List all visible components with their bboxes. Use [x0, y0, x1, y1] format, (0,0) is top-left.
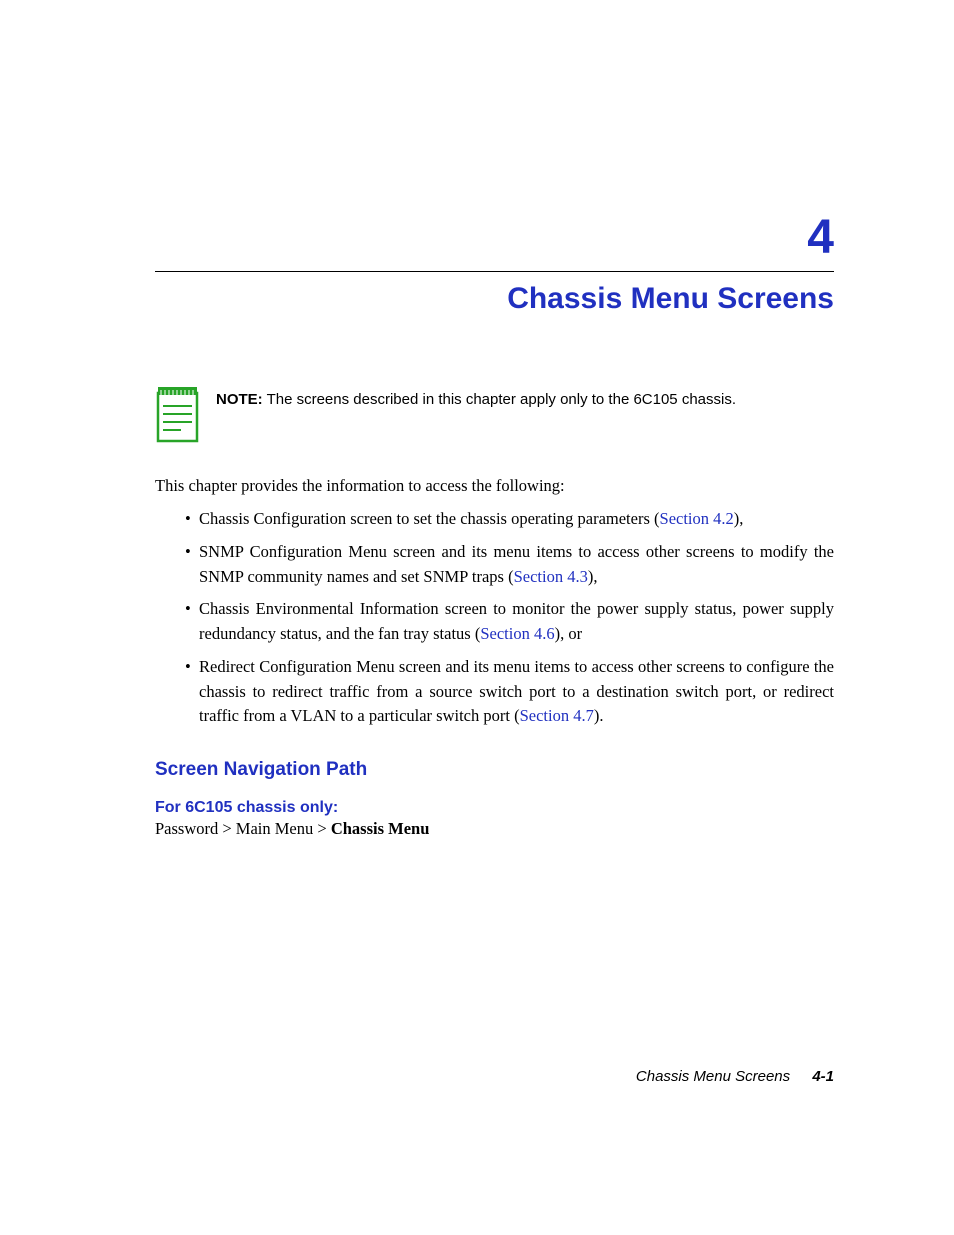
bullet-list: Chassis Configuration screen to set the …	[155, 507, 834, 729]
section-link[interactable]: Section 4.3	[514, 567, 588, 586]
list-item: SNMP Configuration Menu screen and its m…	[169, 540, 834, 590]
bullet-text: ),	[588, 567, 598, 586]
note-text: NOTE: The screens described in this chap…	[216, 386, 736, 410]
page-footer: Chassis Menu Screens 4-1	[636, 1068, 834, 1085]
note-label: NOTE:	[216, 391, 263, 408]
list-item: Chassis Configuration screen to set the …	[169, 507, 834, 532]
footer-title: Chassis Menu Screens	[636, 1068, 790, 1085]
section-subheading: For 6C105 chassis only:	[155, 799, 834, 817]
title-rule	[155, 271, 834, 272]
bullet-text: ), or	[555, 624, 583, 643]
bullet-text: Chassis Configuration screen to set the …	[199, 509, 660, 528]
footer-page: 4-1	[812, 1068, 834, 1085]
bullet-text: Redirect Configuration Menu screen and i…	[199, 657, 834, 726]
document-page: 4 Chassis Menu Screens NOTE: The screens…	[0, 0, 954, 1235]
intro-text: This chapter provides the information to…	[155, 474, 834, 497]
section-link[interactable]: Section 4.2	[660, 509, 734, 528]
section-heading: Screen Navigation Path	[155, 759, 834, 781]
nav-path: Password > Main Menu > Chassis Menu	[155, 819, 834, 839]
nav-path-plain: Password > Main Menu >	[155, 819, 331, 838]
list-item: Chassis Environmental Information screen…	[169, 597, 834, 647]
list-item: Redirect Configuration Menu screen and i…	[169, 655, 834, 729]
bullet-text: ).	[594, 706, 604, 725]
chapter-number: 4	[155, 155, 834, 265]
bullet-text: ),	[734, 509, 744, 528]
notepad-icon	[155, 386, 200, 444]
section-link[interactable]: Section 4.6	[480, 624, 554, 643]
nav-path-bold: Chassis Menu	[331, 819, 430, 838]
note-body: The screens described in this chapter ap…	[267, 391, 736, 408]
note-block: NOTE: The screens described in this chap…	[155, 386, 834, 444]
chapter-title: Chassis Menu Screens	[155, 282, 834, 316]
section-link[interactable]: Section 4.7	[520, 706, 594, 725]
